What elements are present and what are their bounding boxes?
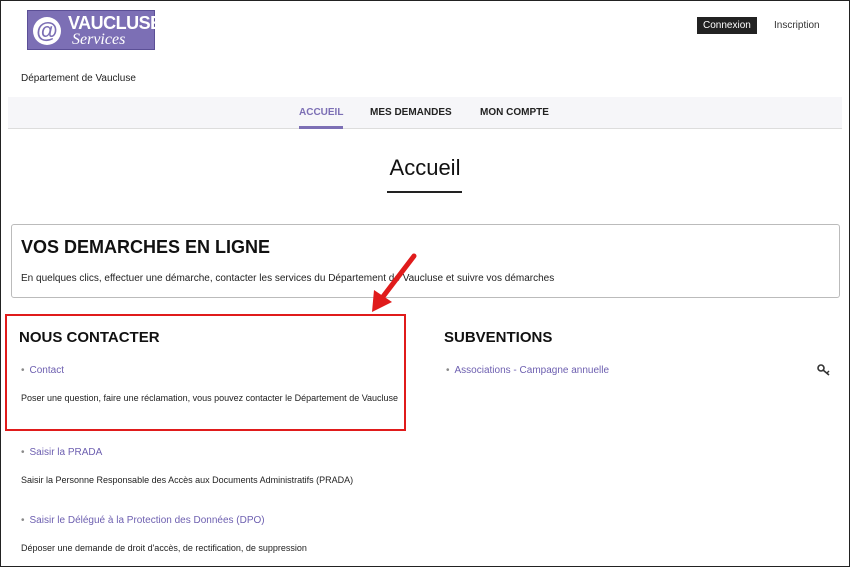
main-nav: ACCUEIL MES DEMANDES MON COMPTE	[8, 97, 842, 129]
tab-accueil[interactable]: ACCUEIL	[299, 97, 344, 129]
bullet-icon: •	[21, 447, 25, 458]
associations-campagne-link[interactable]: • Associations - Campagne annuelle	[446, 365, 609, 376]
bullet-icon: •	[21, 515, 25, 526]
tab-mes-demandes[interactable]: MES DEMANDES	[370, 97, 452, 129]
demarches-title: VOS DEMARCHES EN LIGNE	[21, 237, 271, 257]
dpo-description: Déposer une demande de droit d'accès, de…	[21, 543, 307, 553]
department-name: Département de Vaucluse	[21, 73, 136, 84]
vaucluse-services-logo[interactable]: @ VAUCLUSE Services	[27, 10, 162, 50]
contact-description: Poser une question, faire une réclamatio…	[21, 393, 399, 403]
bullet-icon: •	[21, 365, 25, 376]
key-icon[interactable]	[817, 364, 831, 376]
associations-link-label: Associations - Campagne annuelle	[454, 365, 610, 376]
at-sign-icon: @	[33, 17, 61, 45]
prada-link-label: Saisir la PRADA	[29, 447, 103, 458]
prada-description: Saisir la Personne Responsable des Accès…	[21, 475, 354, 485]
demarches-panel: VOS DEMARCHES EN LIGNE En quelques clics…	[11, 224, 840, 298]
title-underline	[387, 191, 462, 193]
logo-subtitle: Services	[72, 31, 126, 48]
connexion-button[interactable]: Connexion	[697, 17, 757, 34]
page-title: Accueil	[389, 155, 461, 180]
bullet-icon: •	[446, 365, 450, 376]
inscription-button[interactable]: Inscription	[774, 17, 820, 34]
tab-mon-compte[interactable]: MON COMPTE	[480, 97, 549, 129]
demarches-text: En quelques clics, effectuer une démarch…	[21, 273, 555, 284]
dpo-link-label: Saisir le Délégué à la Protection des Do…	[29, 515, 265, 526]
dpo-link[interactable]: • Saisir le Délégué à la Protection des D…	[21, 515, 265, 526]
contact-link-label: Contact	[29, 365, 64, 376]
contact-section-title: NOUS CONTACTER	[19, 329, 160, 346]
subventions-section-title: SUBVENTIONS	[444, 329, 553, 346]
contact-link[interactable]: • Contact	[21, 365, 64, 376]
red-arrow-icon	[372, 253, 417, 312]
prada-link[interactable]: • Saisir la PRADA	[21, 447, 102, 458]
